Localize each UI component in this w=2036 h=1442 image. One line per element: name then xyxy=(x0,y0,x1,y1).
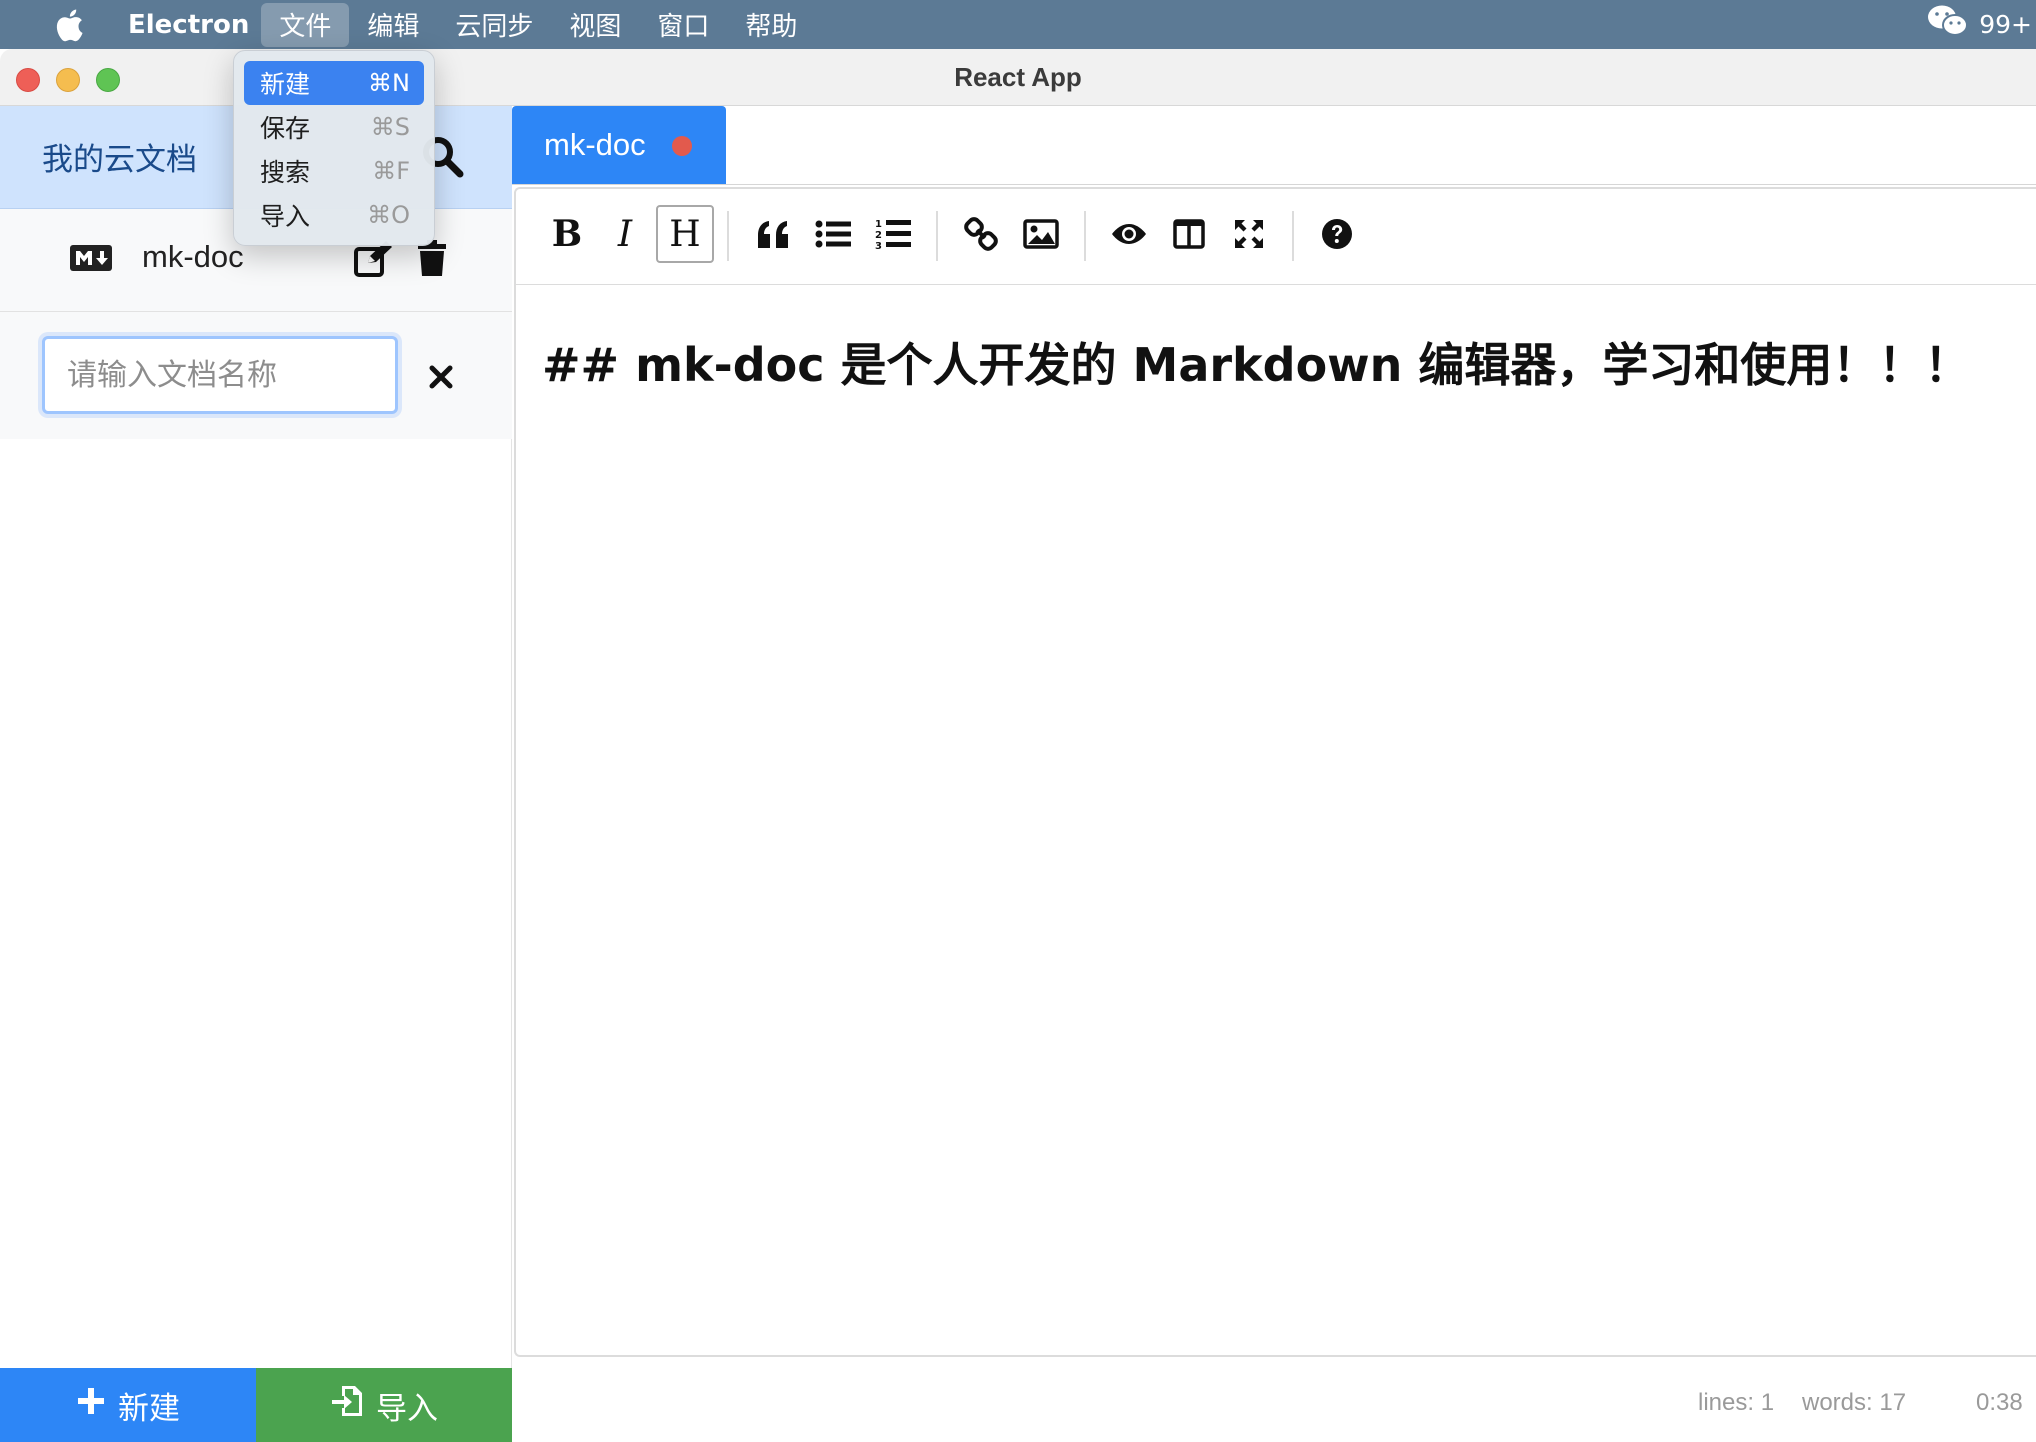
menu-view[interactable]: 视图 xyxy=(551,0,639,49)
menu-file[interactable]: 文件 xyxy=(261,2,350,47)
menu-item-save[interactable]: 保存 ⌘S xyxy=(244,105,424,149)
side-by-side-icon[interactable] xyxy=(1160,205,1218,263)
menu-window[interactable]: 窗口 xyxy=(639,0,727,49)
import-label: 导入 xyxy=(376,1390,438,1427)
image-icon[interactable] xyxy=(1012,205,1070,263)
cursor-time: 0:38 xyxy=(1976,1389,2023,1416)
tab-label: mk-doc xyxy=(544,127,646,162)
markdown-icon xyxy=(70,245,112,271)
app-window: React App 我的云文档 mk-doc 请输入文档名称 新建 导入 mk-… xyxy=(0,49,2036,1442)
notification-count: 99+ xyxy=(1979,10,2032,39)
file-name-input[interactable] xyxy=(42,336,398,414)
menu-app-name[interactable]: Electron xyxy=(114,0,261,49)
help-icon[interactable] xyxy=(1308,205,1366,263)
file-menu-dropdown: 新建 ⌘N 保存 ⌘S 搜索 ⌘F 导入 ⌘O xyxy=(233,50,435,246)
toolbar-divider xyxy=(1084,211,1086,261)
file-name: mk-doc xyxy=(142,239,244,274)
macos-menu-bar: Electron 文件 编辑 云同步 视图 窗口 帮助 99+ xyxy=(0,0,2036,49)
toolbar-divider xyxy=(727,211,729,261)
shortcut-label: ⌘F xyxy=(372,157,410,185)
svg-text:3: 3 xyxy=(875,241,882,251)
editor-content[interactable]: ## mk-doc 是个人开发的 Markdown 编辑器，学习和使用！！！ xyxy=(542,329,1970,395)
bold-icon[interactable]: B xyxy=(538,205,596,263)
editor-toolbar: B I H 123 xyxy=(516,189,2036,285)
file-import-icon xyxy=(330,1384,364,1426)
unordered-list-icon[interactable] xyxy=(804,205,862,263)
unsaved-indicator xyxy=(672,136,692,156)
preview-icon[interactable] xyxy=(1100,205,1158,263)
svg-text:2: 2 xyxy=(875,230,882,241)
menu-item-new[interactable]: 新建 ⌘N xyxy=(244,61,424,105)
word-count: words: 17 xyxy=(1802,1389,1907,1416)
line-count: lines: 1 xyxy=(1698,1389,1775,1416)
menu-cloud-sync[interactable]: 云同步 xyxy=(437,0,551,49)
close-icon[interactable] xyxy=(426,362,456,392)
file-sidebar: 我的云文档 mk-doc 请输入文档名称 新建 导入 xyxy=(0,106,512,1442)
new-file-button[interactable]: 新建 xyxy=(0,1368,256,1442)
import-button[interactable]: 导入 xyxy=(256,1368,512,1442)
heading-icon[interactable]: H xyxy=(656,205,714,263)
plus-icon xyxy=(76,1386,106,1424)
shortcut-label: ⌘S xyxy=(370,113,410,141)
markdown-editor: B I H 123 ## mk-doc 是个人开发的 Markdown 编辑器，… xyxy=(514,187,2036,1357)
fullscreen-icon[interactable] xyxy=(1220,205,1278,263)
italic-icon[interactable]: I xyxy=(596,205,654,263)
sidebar-title: 我的云文档 xyxy=(42,142,197,178)
wechat-icon[interactable] xyxy=(1927,4,1969,45)
ordered-list-icon[interactable]: 123 xyxy=(864,205,922,263)
svg-text:1: 1 xyxy=(875,219,882,230)
status-area: 99+ xyxy=(1927,0,2036,49)
shortcut-label: ⌘O xyxy=(367,201,410,229)
link-icon[interactable] xyxy=(952,205,1010,263)
new-file-label: 新建 xyxy=(118,1390,180,1427)
menu-help[interactable]: 帮助 xyxy=(727,0,815,49)
editor-statusbar: lines: 1 words: 17 0:38 xyxy=(514,1359,2036,1442)
menu-item-search[interactable]: 搜索 ⌘F xyxy=(244,149,424,193)
toolbar-divider xyxy=(936,211,938,261)
quote-icon[interactable] xyxy=(744,205,802,263)
tab-mk-doc[interactable]: mk-doc xyxy=(512,106,726,184)
shortcut-label: ⌘N xyxy=(368,69,410,97)
menu-edit[interactable]: 编辑 xyxy=(349,0,437,49)
menu-item-import[interactable]: 导入 ⌘O xyxy=(244,193,424,237)
edit-icon[interactable] xyxy=(354,241,392,277)
new-file-row xyxy=(0,312,512,439)
toolbar-divider xyxy=(1292,211,1294,261)
apple-logo-icon[interactable] xyxy=(40,0,98,49)
tab-bar: mk-doc xyxy=(512,106,2036,185)
